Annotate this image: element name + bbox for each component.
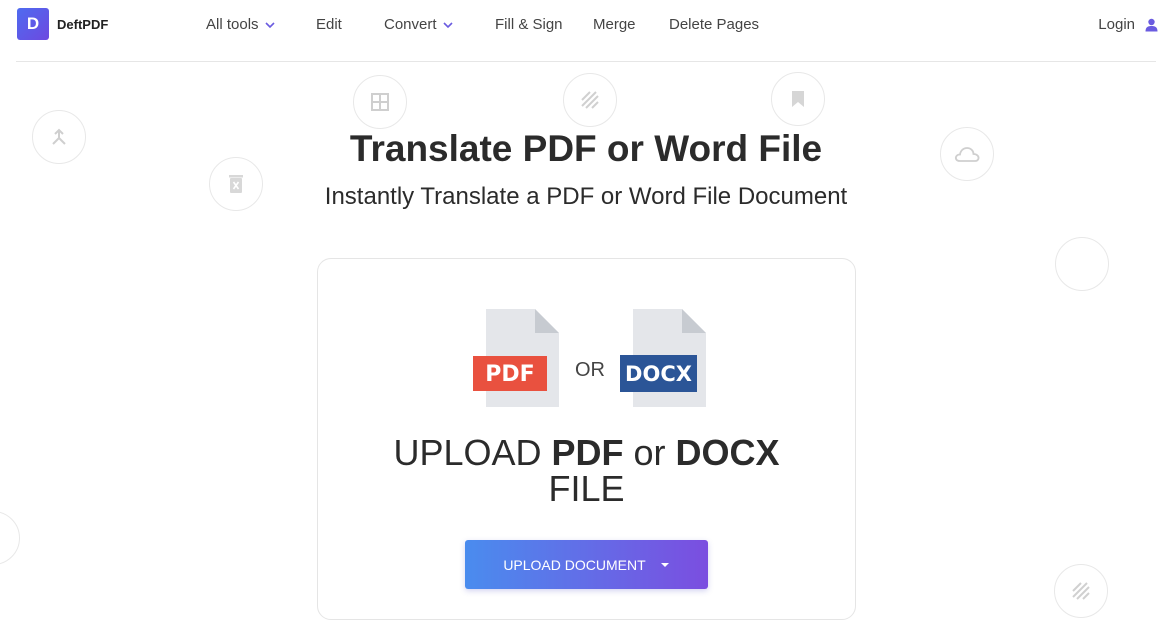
or-label: OR xyxy=(575,359,605,381)
page-subtitle: Instantly Translate a PDF or Word File D… xyxy=(324,183,848,210)
docx-badge-label: DOCX xyxy=(625,362,692,386)
upload-heading-docx: DOCX xyxy=(675,432,780,473)
header-divider xyxy=(16,61,1156,62)
nav-delete-pages[interactable]: Delete Pages xyxy=(669,16,759,33)
upload-heading-or: or xyxy=(623,432,676,473)
top-nav-bar: D DeftPDF All tools Edit Convert Fill & … xyxy=(0,0,1172,61)
nav-fill-sign-label: Fill & Sign xyxy=(495,16,563,33)
main-nav: All tools Edit Convert Fill & Sign Merge… xyxy=(206,16,759,33)
nav-all-tools-label: All tools xyxy=(206,16,259,33)
hatch-icon xyxy=(1054,564,1108,618)
upload-card[interactable]: PDF OR DOCX UPLOAD PDF or DOCX FILE UPLO… xyxy=(317,258,856,620)
upload-heading-pdf: PDF xyxy=(551,432,624,473)
pdf-file-icon: PDF xyxy=(473,309,559,407)
login-link[interactable]: Login xyxy=(1098,16,1158,33)
pdf-badge-label: PDF xyxy=(485,362,534,387)
upload-heading-prefix: UPLOAD xyxy=(393,432,552,473)
logo[interactable]: D DeftPDF xyxy=(17,8,108,40)
logo-mark: D xyxy=(17,8,49,40)
partial-bubble xyxy=(1055,237,1109,291)
bookmark-icon xyxy=(771,72,825,126)
chevron-down-icon xyxy=(264,21,275,28)
nav-convert-label: Convert xyxy=(384,16,437,33)
upload-heading: UPLOAD PDF or DOCX FILE xyxy=(318,435,855,507)
page-title: Translate PDF or Word File xyxy=(349,128,823,169)
nav-convert[interactable]: Convert xyxy=(384,16,495,33)
docx-file-icon: DOCX xyxy=(620,309,706,407)
upload-heading-suffix: FILE xyxy=(548,468,625,509)
nav-merge-label: Merge xyxy=(593,16,636,33)
nav-edit[interactable]: Edit xyxy=(316,16,384,33)
nav-delete-pages-label: Delete Pages xyxy=(669,16,760,33)
partial-bubble xyxy=(0,511,20,565)
nav-all-tools[interactable]: All tools xyxy=(206,16,316,33)
nav-edit-label: Edit xyxy=(316,16,342,33)
nav-fill-sign[interactable]: Fill & Sign xyxy=(495,16,593,33)
logo-text: DeftPDF xyxy=(57,16,109,32)
login-label: Login xyxy=(1098,16,1135,33)
user-icon xyxy=(1145,18,1158,31)
chevron-down-icon xyxy=(442,21,453,28)
grid-icon xyxy=(353,75,407,129)
hatch-icon xyxy=(563,73,617,127)
upload-document-button[interactable]: UPLOAD DOCUMENT xyxy=(465,540,708,589)
caret-down-icon[interactable] xyxy=(660,562,670,568)
nav-merge[interactable]: Merge xyxy=(593,16,669,33)
upload-document-label: UPLOAD DOCUMENT xyxy=(503,556,646,573)
